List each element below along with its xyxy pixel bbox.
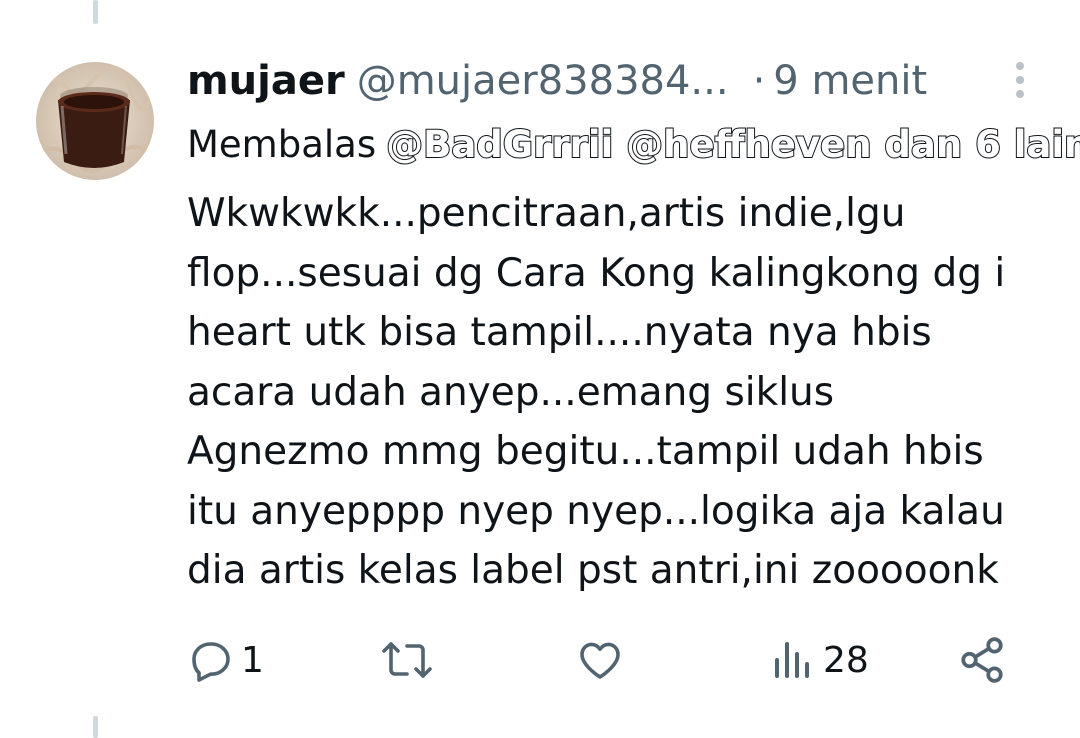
reply-to-line: Membalas @BadGrrrii @heffheven dan 6 lain <box>187 120 1080 170</box>
share-button[interactable] <box>957 632 1007 688</box>
reply-prefix: Membalas <box>187 123 377 166</box>
thread-line-top <box>93 0 98 24</box>
views-button[interactable]: 28 <box>769 632 869 688</box>
reply-count: 1 <box>241 639 264 681</box>
comment-icon <box>187 636 235 684</box>
avatar[interactable] <box>36 62 154 180</box>
tweet-text-line: heart utk bisa tampil....nyata nya hbis <box>187 310 932 355</box>
reply-button[interactable]: 1 <box>187 632 264 688</box>
avatar-image <box>36 62 154 180</box>
retweet-icon <box>381 636 433 684</box>
tweet-text-line: Agnezmo mmg begitu...tampil udah hbis <box>187 429 984 474</box>
views-chart-icon <box>769 636 817 684</box>
tweet-text-line: acara udah anyep...emang siklus <box>187 369 835 415</box>
author-handle[interactable]: @mujaer838384... <box>357 58 729 104</box>
tweet-text-line: itu anyepppp nyep nyep...logika aja kala… <box>187 488 1005 534</box>
more-vertical-icon[interactable] <box>1000 58 1040 102</box>
tweet-text-line: flop...sesuai dg Cara Kong kalingkong dg… <box>187 250 1006 296</box>
separator-dot: · <box>752 58 766 104</box>
tweet-text-line: dia artis kelas label pst antri,ini zooo… <box>187 548 999 593</box>
timestamp[interactable]: 9 menit <box>773 58 927 104</box>
share-icon <box>957 635 1007 685</box>
action-bar: 1 28 <box>187 632 1067 688</box>
tweet-text-line: Wkwkwkk...pencitraan,artis indie,lgu <box>187 191 906 236</box>
tweet-header: mujaer @mujaer838384... · 9 menit <box>187 56 927 106</box>
reply-mentions[interactable]: @BadGrrrii @heffheven dan 6 lain <box>385 122 1080 167</box>
retweet-button[interactable] <box>381 632 439 688</box>
tweet-text: Wkwkwkk...pencitraan,artis indie,lgu flo… <box>187 184 1067 601</box>
heart-icon <box>575 636 625 684</box>
thread-line-bottom <box>93 716 98 738</box>
views-count: 28 <box>823 639 869 681</box>
author-name[interactable]: mujaer <box>187 58 345 104</box>
like-button[interactable] <box>575 632 631 688</box>
